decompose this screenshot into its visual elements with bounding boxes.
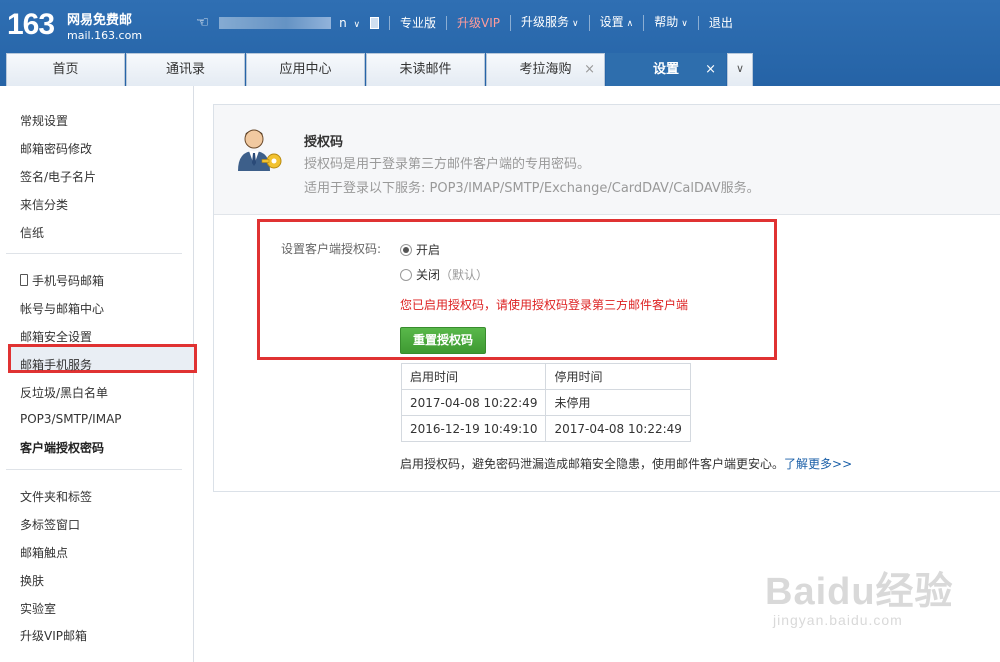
sidebar-item-security[interactable]: 邮箱安全设置 [20, 328, 92, 345]
table-row: 2016-12-19 10:49:10 2017-04-08 10:22:49 [400, 415, 691, 442]
sidebar-item-lab[interactable]: 实验室 [20, 600, 56, 617]
tab-bar: 首页 通讯录 应用中心 未读邮件 考拉海购 × 设置 × ∨ [6, 53, 753, 86]
watermark-url: jingyan.baidu.com [773, 612, 903, 628]
column-header: 停用时间 [545, 363, 691, 390]
sidebar-item-stationery[interactable]: 信纸 [20, 224, 44, 241]
close-icon[interactable]: × [584, 54, 595, 86]
sidebar-item-general[interactable]: 常规设置 [20, 112, 68, 129]
table-cell: 2017-04-08 10:22:49 [545, 415, 691, 442]
sidebar-item-folders[interactable]: 文件夹和标签 [20, 488, 92, 505]
sidebar-item-client-auth[interactable]: 客户端授权密码 [20, 439, 104, 456]
security-note-text: 启用授权码，避免密码泄漏造成邮箱安全隐患，使用邮件客户端更安心。 [400, 457, 785, 471]
table-cell: 未停用 [545, 389, 691, 416]
sidebar-item-pop3[interactable]: POP3/SMTP/IMAP [20, 412, 122, 426]
radio-disable[interactable]: 关闭 （默认） [400, 266, 488, 283]
status-message: 您已启用授权码，请使用授权码登录第三方邮件客户端 [400, 298, 689, 312]
sidebar-item-mobile-service[interactable]: 邮箱手机服务 [20, 356, 92, 373]
menu-settings-label: 设置 [599, 15, 624, 29]
logo-title: 网易免费邮 [67, 13, 133, 28]
panel-title: 授权码 [304, 135, 344, 150]
tab-settings[interactable]: 设置 × [606, 53, 726, 86]
tab-label: 通讯录 [165, 62, 205, 77]
tab-label: 设置 [652, 62, 679, 77]
sidebar-item-upgrade-vip[interactable]: 升级VIP邮箱 [20, 627, 87, 644]
security-note: 启用授权码，避免密码泄漏造成邮箱安全隐患，使用邮件客户端更安心。了解更多>> [400, 455, 852, 472]
user-icon: ☜ [196, 12, 210, 31]
app-header: 163 网易免费邮 mail.163.com ☜ n ∨ 专业版 升级VIP 升… [0, 0, 1000, 86]
reset-auth-code-button[interactable]: 重置授权码 [400, 327, 486, 354]
chevron-down-icon: ∨ [572, 19, 579, 29]
panel-services: 适用于登录以下服务: POP3/IMAP/SMTP/Exchange/CardD… [304, 181, 760, 196]
radio-enable-label: 开启 [416, 243, 441, 257]
tab-app-center[interactable]: 应用中心 [246, 53, 365, 86]
menu-help[interactable]: 帮助 ∨ [643, 15, 698, 31]
menu-upgrade-services-label: 升级服务 [520, 15, 569, 29]
phone-icon [369, 17, 379, 29]
tab-label: 首页 [52, 62, 79, 77]
sidebar-item-phone-mailbox[interactable]: 手机号码邮箱 [20, 272, 104, 289]
logo-url: mail.163.com [67, 29, 143, 42]
mail-logo[interactable]: 163 网易免费邮 mail.163.com [7, 8, 142, 42]
chevron-down-icon: ∨ [681, 19, 688, 29]
link-pro-edition[interactable]: 专业版 [388, 16, 446, 30]
table-cell: 2016-12-19 10:49:10 [400, 415, 547, 442]
auth-history-table: 启用时间 停用时间 2017-04-08 10:22:49 未停用 2016-1… [400, 363, 691, 442]
chevron-down-icon: ∨ [735, 62, 745, 75]
sidebar-divider [6, 469, 182, 470]
radio-disable-note: （默认） [440, 268, 489, 282]
tab-label: 应用中心 [279, 62, 332, 77]
setting-label: 设置客户端授权码: [281, 242, 382, 256]
radio-checked-icon [400, 243, 412, 256]
sidebar-item-filters[interactable]: 来信分类 [20, 196, 68, 213]
link-logout[interactable]: 退出 [697, 16, 743, 30]
sidebar-item-skin[interactable]: 换肤 [20, 572, 44, 589]
chevron-down-icon: ∨ [353, 19, 361, 30]
sidebar-item-password[interactable]: 邮箱密码修改 [20, 140, 92, 157]
sidebar-item-multitab[interactable]: 多标签窗口 [20, 516, 80, 533]
phone-icon [20, 274, 28, 286]
tab-label: 考拉海购 [519, 62, 572, 77]
radio-disable-label: 关闭 [416, 268, 441, 282]
radio-unchecked-icon [400, 268, 412, 281]
sidebar-item-account-center[interactable]: 帐号与邮箱中心 [20, 300, 104, 317]
table-cell: 2017-04-08 10:22:49 [400, 389, 547, 416]
tab-home[interactable]: 首页 [6, 53, 125, 86]
menu-upgrade-services[interactable]: 升级服务 ∨ [509, 15, 589, 31]
baidu-watermark: Baidu经验 jingyan.baidu.com [765, 572, 954, 628]
sidebar-divider [6, 253, 182, 254]
link-upgrade-vip[interactable]: 升级VIP [445, 16, 510, 30]
watermark-main: Baidu经验 [765, 571, 954, 613]
user-char: n [339, 15, 347, 30]
column-header: 启用时间 [400, 363, 547, 390]
sidebar-item-signature[interactable]: 签名/电子名片 [20, 168, 96, 185]
close-icon[interactable]: × [705, 54, 716, 86]
sidebar-item-label: 手机号码邮箱 [32, 274, 105, 288]
menu-help-label: 帮助 [654, 15, 679, 29]
table-row: 2017-04-08 10:22:49 未停用 [400, 389, 691, 416]
user-menu[interactable]: ☜ n ∨ [196, 12, 389, 32]
tab-kaola[interactable]: 考拉海购 × [486, 53, 605, 86]
blurred-username [219, 17, 332, 29]
menu-settings[interactable]: 设置 ∧ [588, 15, 644, 31]
panel-header: 授权码 授权码是用于登录第三方邮件客户端的专用密码。 适用于登录以下服务: PO… [214, 105, 1000, 215]
sidebar-item-touchpoints[interactable]: 邮箱触点 [20, 544, 68, 561]
chevron-up-icon: ∧ [626, 19, 634, 29]
tab-label: 未读邮件 [399, 62, 452, 77]
sidebar-item-antispam[interactable]: 反垃圾/黑白名单 [20, 384, 108, 401]
logo-number: 163 [7, 8, 55, 41]
user-key-icon [238, 129, 282, 171]
radio-enable[interactable]: 开启 [400, 241, 440, 258]
tab-contacts[interactable]: 通讯录 [126, 53, 245, 86]
tab-unread-mail[interactable]: 未读邮件 [366, 53, 485, 86]
tab-more-dropdown[interactable]: ∨ [727, 53, 753, 86]
panel-description: 授权码是用于登录第三方邮件客户端的专用密码。 [304, 157, 591, 172]
top-nav: ☜ n ∨ 专业版 升级VIP 升级服务 ∨ 设置 ∧ 帮助 ∨ 退出 [196, 14, 743, 32]
table-header-row: 启用时间 停用时间 [400, 363, 691, 390]
learn-more-link[interactable]: 了解更多>> [784, 457, 852, 471]
